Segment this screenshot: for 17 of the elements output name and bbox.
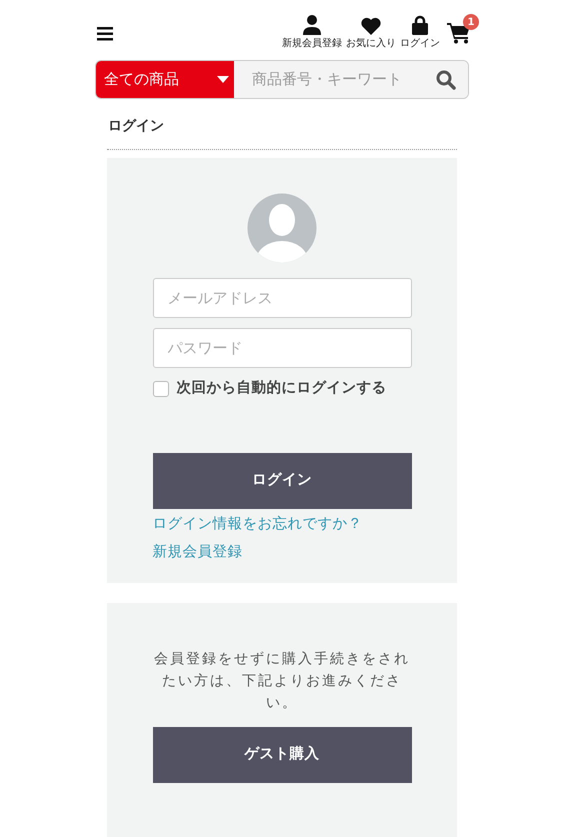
remember-checkbox[interactable] [152, 380, 168, 397]
login-button[interactable]: ログイン [152, 452, 412, 509]
header-link[interactable]: 新規会員登録 [281, 15, 343, 50]
header-link[interactable]: お気に入り [345, 15, 397, 50]
heart-icon [361, 17, 381, 35]
avatar-icon [247, 193, 317, 263]
guest-purchase-text: 会員登録をせずに購入手続きをされたい方は、下記よりお進みください。 [153, 650, 411, 713]
password-field[interactable]: パスワード [152, 328, 412, 368]
cart-count-badge: 1 [463, 14, 479, 30]
user-icon [303, 15, 321, 35]
menu-icon[interactable] [97, 27, 113, 41]
guest-purchase-button[interactable]: ゲスト購入 [152, 727, 412, 783]
lock-icon [412, 15, 428, 35]
header-link[interactable]: ログイン [399, 15, 441, 50]
page-title: ログイン [108, 117, 165, 136]
remember-label: 次回から自動的にログインする [176, 378, 386, 398]
email-field[interactable]: メールアドレス [152, 278, 412, 318]
